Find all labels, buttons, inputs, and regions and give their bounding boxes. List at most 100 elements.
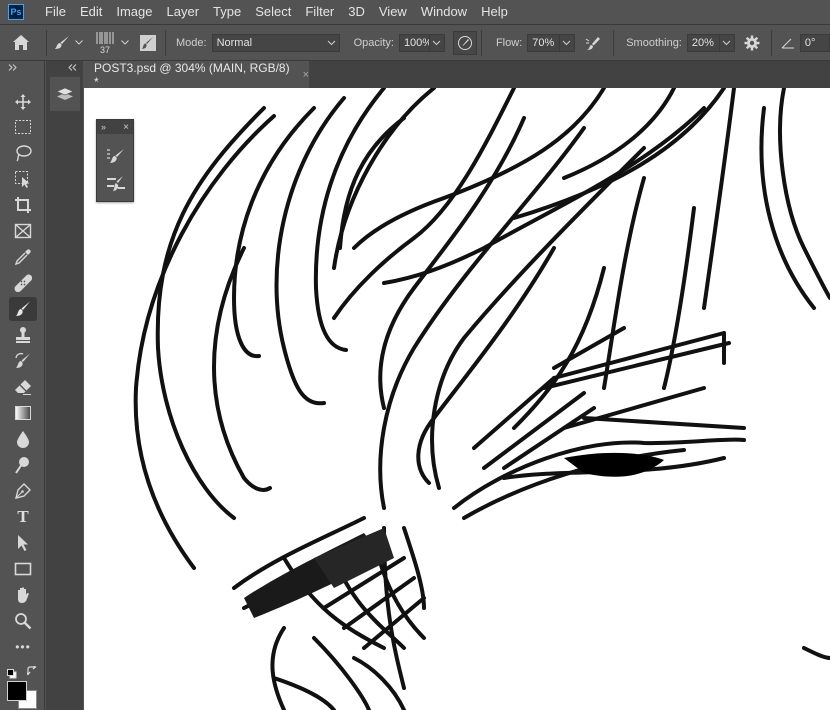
move-tool[interactable] bbox=[9, 90, 37, 114]
arrow-pointer-icon bbox=[18, 535, 28, 551]
dodge-icon bbox=[15, 457, 29, 474]
brush-settings-toggle[interactable] bbox=[135, 29, 161, 57]
layers-panel-button[interactable] bbox=[50, 77, 80, 111]
brush-preset-picker[interactable]: 37 bbox=[91, 29, 119, 57]
path-selection-tool[interactable] bbox=[9, 531, 37, 555]
smoothing-options-button[interactable] bbox=[737, 29, 767, 57]
blur-tool[interactable] bbox=[9, 427, 37, 451]
double-chevron-left-icon bbox=[68, 63, 77, 71]
eraser-tool[interactable] bbox=[9, 375, 37, 399]
history-brush-tool[interactable] bbox=[9, 349, 37, 373]
rectangle-shape-icon bbox=[14, 562, 32, 576]
brush-preset-icon bbox=[55, 35, 69, 49]
menu-help[interactable]: Help bbox=[474, 0, 515, 24]
dock-collapse-button[interactable] bbox=[46, 61, 83, 73]
eyedropper-icon bbox=[14, 249, 31, 266]
photoshop-logo[interactable]: Ps bbox=[8, 4, 24, 20]
menu-edit[interactable]: Edit bbox=[73, 0, 109, 24]
marquee-tool[interactable] bbox=[9, 115, 37, 139]
gradient-icon bbox=[15, 406, 31, 420]
gradient-tool[interactable] bbox=[9, 401, 37, 425]
double-chevron-right-icon bbox=[8, 63, 17, 71]
menu-type[interactable]: Type bbox=[206, 0, 248, 24]
menu-view[interactable]: View bbox=[372, 0, 414, 24]
mode-label: Mode: bbox=[176, 36, 207, 49]
opacity-value: 100% bbox=[403, 36, 433, 49]
mode-select[interactable]: Normal bbox=[211, 33, 340, 52]
pressure-opacity-button[interactable] bbox=[452, 30, 477, 55]
flow-slider-toggle[interactable] bbox=[559, 33, 576, 52]
close-icon[interactable]: × bbox=[303, 69, 309, 81]
brush-preset-dropdown[interactable] bbox=[119, 40, 131, 45]
swap-colors-button[interactable] bbox=[25, 664, 38, 682]
hand-tool[interactable] bbox=[9, 583, 37, 607]
brush-presets-panel-icon bbox=[107, 176, 125, 191]
crop-tool[interactable] bbox=[9, 193, 37, 217]
menu-select[interactable]: Select bbox=[248, 0, 298, 24]
opacity-slider-toggle[interactable] bbox=[428, 33, 445, 52]
tools-collapse-button[interactable] bbox=[0, 61, 44, 73]
separator bbox=[770, 29, 772, 56]
menu-window[interactable]: Window bbox=[414, 0, 474, 24]
dodge-tool[interactable] bbox=[9, 453, 37, 477]
rectangle-tool[interactable] bbox=[9, 557, 37, 581]
brush-settings-panel-button[interactable] bbox=[103, 144, 129, 168]
menu-3d[interactable]: 3D bbox=[341, 0, 372, 24]
smoothing-label: Smoothing: bbox=[626, 36, 682, 49]
water-drop-icon bbox=[17, 431, 29, 448]
chevron-down-icon bbox=[432, 40, 441, 46]
frame-tool[interactable] bbox=[9, 219, 37, 243]
edit-toolbar[interactable]: ••• bbox=[9, 635, 37, 659]
smoothing-input[interactable]: 20% bbox=[686, 33, 719, 52]
opacity-label: Opacity: bbox=[353, 36, 394, 49]
menu-layer[interactable]: Layer bbox=[160, 0, 207, 24]
tool-preset-picker[interactable] bbox=[51, 29, 73, 57]
menu-filter[interactable]: Filter bbox=[298, 0, 341, 24]
clone-stamp-tool[interactable] bbox=[9, 323, 37, 347]
default-colors-icon bbox=[7, 669, 17, 679]
menu-file[interactable]: File bbox=[38, 0, 73, 24]
rectangular-marquee-icon bbox=[15, 120, 31, 134]
opacity-input[interactable]: 100% bbox=[398, 33, 433, 52]
flow-label: Flow: bbox=[495, 36, 523, 49]
home-button[interactable] bbox=[0, 29, 42, 57]
brush-angle-input[interactable]: 0° bbox=[799, 33, 830, 52]
lasso-tool[interactable] bbox=[9, 141, 37, 165]
bandage-icon bbox=[14, 274, 32, 292]
home-icon bbox=[13, 35, 29, 50]
smoothing-slider-toggle[interactable] bbox=[718, 33, 735, 52]
healing-brush-tool[interactable] bbox=[9, 271, 37, 295]
floating-brush-panel: » × bbox=[96, 119, 134, 202]
foreground-color-swatch[interactable] bbox=[7, 681, 27, 701]
history-brush-icon bbox=[15, 352, 30, 368]
separator bbox=[613, 29, 615, 56]
collapse-panel-icon[interactable]: » bbox=[101, 122, 106, 132]
zoom-tool[interactable] bbox=[9, 609, 37, 633]
tools-panel: T ••• bbox=[0, 61, 45, 710]
object-selection-tool[interactable] bbox=[9, 167, 37, 191]
document-canvas[interactable] bbox=[84, 88, 830, 710]
brush-settings-panel-icon bbox=[107, 149, 124, 163]
document-tab-bar: POST3.psd @ 304% (MAIN, RGB/8) * × bbox=[84, 61, 830, 89]
frame-icon bbox=[14, 223, 32, 239]
floating-panel-header[interactable]: » × bbox=[97, 120, 133, 134]
brush-angle-icon-holder bbox=[780, 29, 796, 57]
brushes-panel-button[interactable] bbox=[103, 172, 129, 196]
flow-input[interactable]: 70% bbox=[527, 33, 560, 52]
pressure-pen-icon bbox=[457, 35, 472, 50]
pen-tool[interactable] bbox=[9, 479, 37, 503]
airbrush-button[interactable] bbox=[579, 29, 609, 57]
flow-value: 70% bbox=[532, 36, 555, 49]
menu-image[interactable]: Image bbox=[109, 0, 159, 24]
tool-preset-dropdown[interactable] bbox=[73, 40, 85, 45]
type-tool[interactable]: T bbox=[9, 505, 37, 529]
document-tab[interactable]: POST3.psd @ 304% (MAIN, RGB/8) * × bbox=[84, 61, 309, 89]
chevron-down-icon bbox=[562, 40, 571, 46]
layers-icon bbox=[56, 87, 74, 100]
angle-icon bbox=[781, 38, 794, 48]
brush-tool[interactable] bbox=[9, 297, 37, 321]
eyedropper-tool[interactable] bbox=[9, 245, 37, 269]
brush-size-label: 37 bbox=[99, 44, 110, 55]
eraser-icon bbox=[15, 380, 31, 395]
close-panel-icon[interactable]: × bbox=[123, 122, 129, 133]
